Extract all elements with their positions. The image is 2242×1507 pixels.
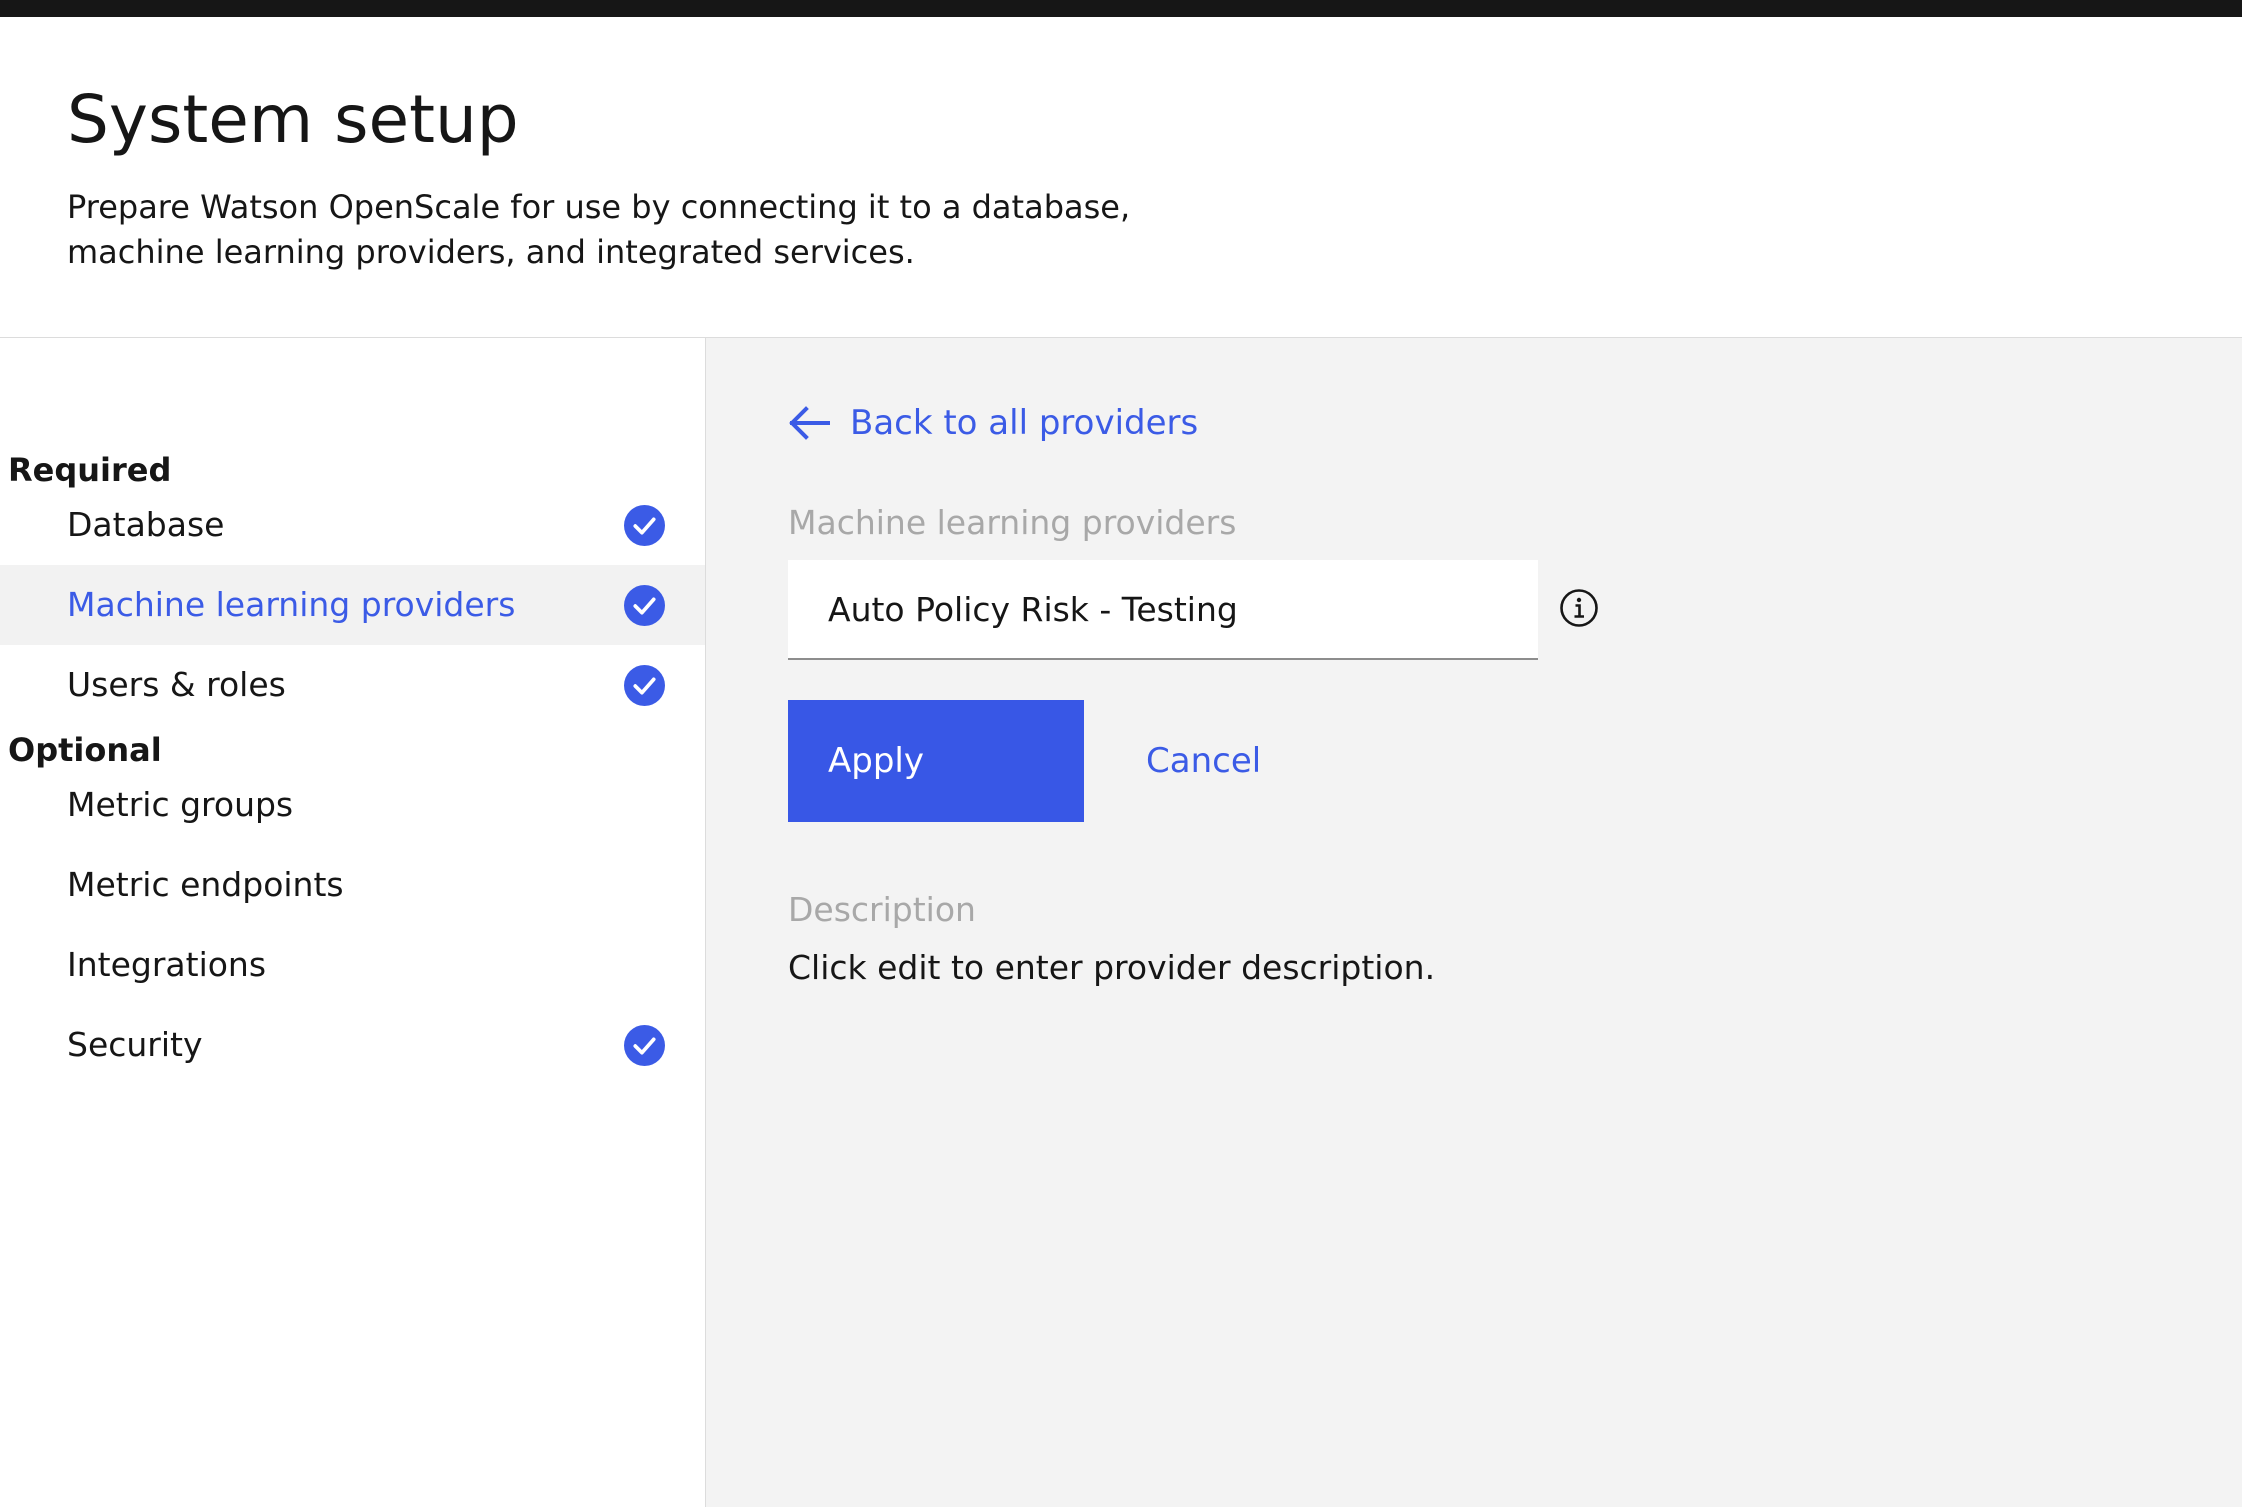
sidebar-item-metric-endpoints[interactable]: Metric endpoints: [0, 845, 705, 925]
top-bar: [0, 0, 2242, 17]
information-icon[interactable]: [1558, 587, 1600, 629]
apply-button[interactable]: Apply: [788, 700, 1084, 822]
cancel-button[interactable]: Cancel: [1110, 700, 1280, 822]
checkmark-filled-icon: [624, 1025, 665, 1066]
sidebar-item-label: Machine learning providers: [67, 585, 516, 624]
required-heading: Required: [8, 451, 172, 489]
sidebar-item-integrations[interactable]: Integrations: [0, 925, 705, 1005]
back-link-label: Back to all providers: [850, 403, 1199, 443]
sidebar-item-label: Users & roles: [67, 665, 286, 704]
page-title: System setup: [67, 81, 519, 158]
page-subtitle: Prepare Watson OpenScale for use by conn…: [67, 188, 1131, 271]
sidebar-item-label: Security: [67, 1025, 203, 1064]
sidebar-item-database[interactable]: Database: [0, 485, 705, 565]
checkmark-filled-icon: [624, 665, 665, 706]
sidebar-item-label: Database: [67, 505, 225, 544]
description-text: Click edit to enter provider description…: [788, 948, 1436, 987]
back-to-providers-link[interactable]: Back to all providers: [788, 398, 1198, 448]
provider-field-label: Machine learning providers: [788, 503, 1237, 542]
arrow-left-icon: [789, 406, 830, 440]
sidebar-item-label: Integrations: [67, 945, 267, 984]
setup-sidebar: Required Database Machine learning provi…: [0, 338, 706, 1507]
provider-name-input[interactable]: [788, 560, 1538, 660]
sidebar-item-label: Metric groups: [67, 785, 294, 824]
optional-heading: Optional: [8, 731, 162, 769]
sidebar-item-label: Metric endpoints: [67, 865, 344, 904]
description-label: Description: [788, 890, 976, 929]
checkmark-filled-icon: [624, 505, 665, 546]
page-header: System setup Prepare Watson OpenScale fo…: [0, 17, 2242, 338]
sidebar-item-machine-learning-providers[interactable]: Machine learning providers: [0, 565, 705, 645]
checkmark-filled-icon: [624, 585, 665, 626]
sidebar-item-metric-groups[interactable]: Metric groups: [0, 765, 705, 845]
sidebar-item-users-roles[interactable]: Users & roles: [0, 645, 705, 725]
provider-detail-panel: Back to all providers Machine learning p…: [706, 338, 2242, 1507]
sidebar-item-security[interactable]: Security: [0, 1005, 705, 1085]
